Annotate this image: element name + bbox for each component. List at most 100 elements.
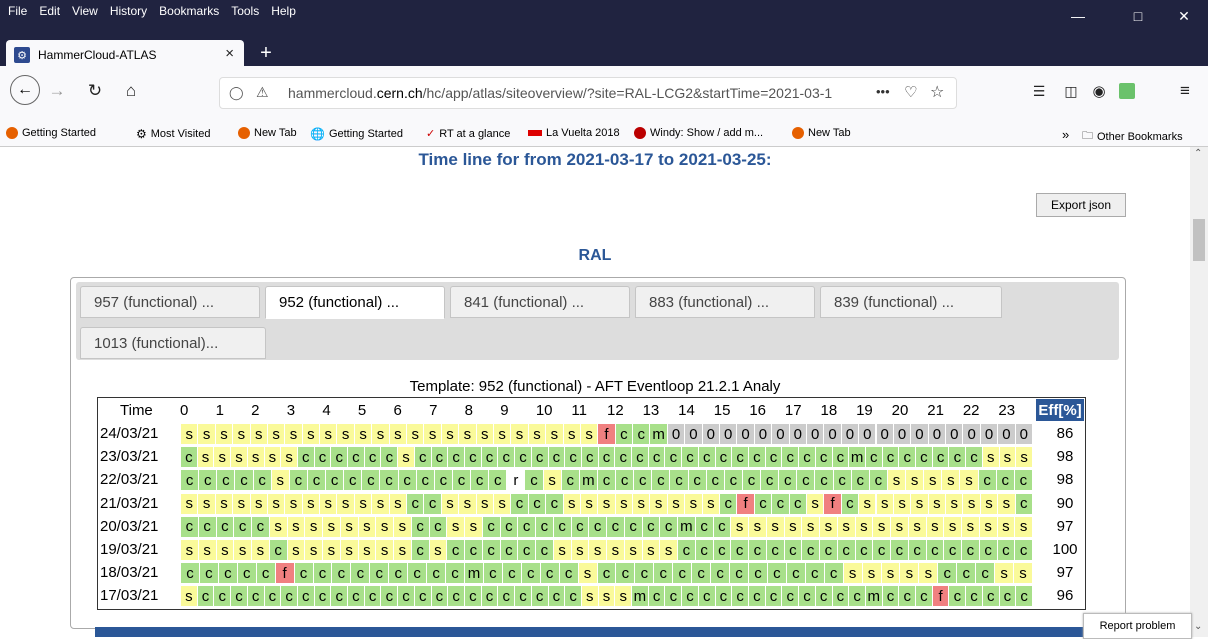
timeline-cell[interactable]: s bbox=[546, 424, 563, 444]
timeline-cell[interactable]: c bbox=[966, 447, 982, 468]
timeline-cell[interactable]: 0 bbox=[911, 424, 928, 444]
timeline-cell[interactable]: c bbox=[711, 563, 730, 584]
timeline-cell[interactable]: c bbox=[500, 516, 518, 537]
timeline-cell[interactable]: c bbox=[408, 563, 427, 584]
timeline-cell[interactable]: s bbox=[979, 516, 997, 537]
timeline-cell[interactable]: c bbox=[957, 563, 976, 584]
timeline-cell[interactable]: s bbox=[615, 493, 633, 514]
timeline-cell[interactable]: s bbox=[250, 424, 267, 444]
timeline-cell[interactable]: c bbox=[518, 540, 535, 560]
timeline-cell[interactable]: s bbox=[906, 470, 924, 491]
timeline-cell[interactable]: c bbox=[665, 447, 682, 468]
timeline-cell[interactable]: c bbox=[525, 470, 543, 491]
timeline-cell[interactable]: s bbox=[305, 516, 322, 537]
timeline-cell[interactable]: s bbox=[354, 424, 372, 444]
timeline-cell[interactable]: c bbox=[815, 447, 832, 468]
timeline-cell[interactable]: s bbox=[250, 493, 267, 514]
timeline-cell[interactable]: c bbox=[217, 470, 235, 491]
timeline-cell[interactable]: s bbox=[1015, 516, 1032, 537]
timeline-cell[interactable]: s bbox=[198, 540, 216, 560]
timeline-cell[interactable]: c bbox=[313, 563, 332, 584]
timeline-cell[interactable]: s bbox=[963, 493, 980, 514]
timeline-cell[interactable]: c bbox=[471, 470, 489, 491]
timeline-cell[interactable]: s bbox=[358, 516, 376, 537]
bookmark-getting-started-2[interactable]: 🌐 Getting Started bbox=[310, 127, 403, 141]
home-button[interactable]: ⌂ bbox=[118, 77, 144, 105]
timeline-cell[interactable]: c bbox=[452, 470, 471, 491]
timeline-cell[interactable]: c bbox=[832, 586, 849, 607]
timeline-cell[interactable]: s bbox=[749, 516, 766, 537]
timeline-cell[interactable]: c bbox=[199, 470, 217, 491]
menu-history[interactable]: History bbox=[110, 4, 147, 18]
timeline-cell[interactable]: c bbox=[434, 470, 452, 491]
timeline-cell[interactable]: c bbox=[938, 563, 957, 584]
timeline-cell[interactable]: s bbox=[287, 516, 305, 537]
timeline-cell[interactable]: c bbox=[624, 516, 642, 537]
timeline-cell[interactable]: c bbox=[489, 470, 507, 491]
timeline-cell[interactable]: s bbox=[493, 424, 511, 444]
timeline-cell[interactable]: c bbox=[398, 586, 414, 607]
timeline-cell[interactable]: c bbox=[670, 470, 688, 491]
tab-883[interactable]: 883 (functional) ... bbox=[635, 286, 815, 318]
timeline-cell[interactable]: c bbox=[252, 516, 269, 537]
efficiency-column-header[interactable]: Eff[%] bbox=[1036, 399, 1084, 421]
bookmark-la-vuelta[interactable]: La Vuelta 2018 bbox=[528, 127, 620, 139]
timeline-cell[interactable]: s bbox=[855, 516, 873, 537]
timeline-cell[interactable]: s bbox=[181, 540, 198, 560]
timeline-cell[interactable]: c bbox=[448, 447, 464, 468]
timeline-cell[interactable]: s bbox=[181, 424, 198, 444]
timeline-cell[interactable]: c bbox=[891, 540, 908, 560]
timeline-cell[interactable]: c bbox=[660, 516, 677, 537]
timeline-cell[interactable]: s bbox=[372, 493, 389, 514]
timeline-cell[interactable]: c bbox=[381, 586, 398, 607]
timeline-cell[interactable]: c bbox=[761, 470, 779, 491]
timeline-cell[interactable]: c bbox=[447, 540, 464, 560]
timeline-cell[interactable]: s bbox=[389, 493, 407, 514]
timeline-cell[interactable]: c bbox=[351, 563, 370, 584]
timeline-cell[interactable]: c bbox=[181, 563, 199, 584]
timeline-cell[interactable]: c bbox=[181, 470, 199, 491]
timeline-cell[interactable]: s bbox=[881, 563, 900, 584]
timeline-cell[interactable]: c bbox=[431, 447, 448, 468]
timeline-cell[interactable]: s bbox=[215, 424, 233, 444]
menu-bookmarks[interactable]: Bookmarks bbox=[159, 4, 219, 18]
timeline-cell[interactable]: s bbox=[389, 424, 407, 444]
timeline-cell[interactable]: s bbox=[667, 493, 685, 514]
timeline-cell[interactable]: 0 bbox=[859, 424, 876, 444]
timeline-cell[interactable]: c bbox=[749, 563, 767, 584]
timeline-cell[interactable]: s bbox=[302, 493, 320, 514]
timeline-cell[interactable]: c bbox=[559, 563, 578, 584]
timeline-cell[interactable]: c bbox=[682, 447, 698, 468]
timeline-cell[interactable]: s bbox=[376, 540, 393, 560]
timeline-cell[interactable]: c bbox=[448, 586, 464, 607]
timeline-cell[interactable]: s bbox=[285, 424, 302, 444]
insecure-lock-icon[interactable]: ⚠ bbox=[256, 84, 269, 101]
tab-952[interactable]: 952 (functional) ... bbox=[265, 286, 445, 319]
timeline-cell[interactable]: s bbox=[287, 540, 305, 560]
timeline-cell[interactable]: c bbox=[256, 563, 275, 584]
timeline-cell[interactable]: s bbox=[859, 493, 876, 514]
timeline-cell[interactable]: c bbox=[692, 563, 711, 584]
timeline-cell[interactable]: s bbox=[578, 563, 597, 584]
timeline-cell[interactable]: s bbox=[233, 493, 250, 514]
timeline-cell[interactable]: 0 bbox=[772, 424, 789, 444]
library-button[interactable]: ☰ bbox=[1026, 77, 1052, 105]
timeline-cell[interactable]: c bbox=[332, 563, 351, 584]
timeline-cell[interactable]: s bbox=[1014, 563, 1032, 584]
timeline-cell[interactable]: c bbox=[724, 470, 742, 491]
timeline-cell[interactable]: c bbox=[797, 470, 815, 491]
timeline-cell[interactable]: c bbox=[528, 493, 546, 514]
timeline-cell[interactable]: s bbox=[340, 540, 358, 560]
timeline-cell[interactable]: s bbox=[407, 424, 424, 444]
timeline-cell[interactable]: c bbox=[548, 447, 565, 468]
timeline-cell[interactable]: s bbox=[731, 516, 748, 537]
export-json-button[interactable]: Export json bbox=[1036, 193, 1126, 217]
timeline-cell[interactable]: 0 bbox=[720, 424, 737, 444]
timeline-cell[interactable]: 0 bbox=[685, 424, 702, 444]
timeline-cell[interactable]: c bbox=[695, 516, 713, 537]
timeline-cell[interactable]: s bbox=[919, 563, 938, 584]
timeline-cell[interactable]: s bbox=[447, 516, 464, 537]
timeline-cell[interactable]: s bbox=[998, 493, 1015, 514]
other-bookmarks-folder[interactable]: 🗀 Other Bookmarks bbox=[1082, 127, 1183, 146]
timeline-cell[interactable]: c bbox=[264, 586, 281, 607]
